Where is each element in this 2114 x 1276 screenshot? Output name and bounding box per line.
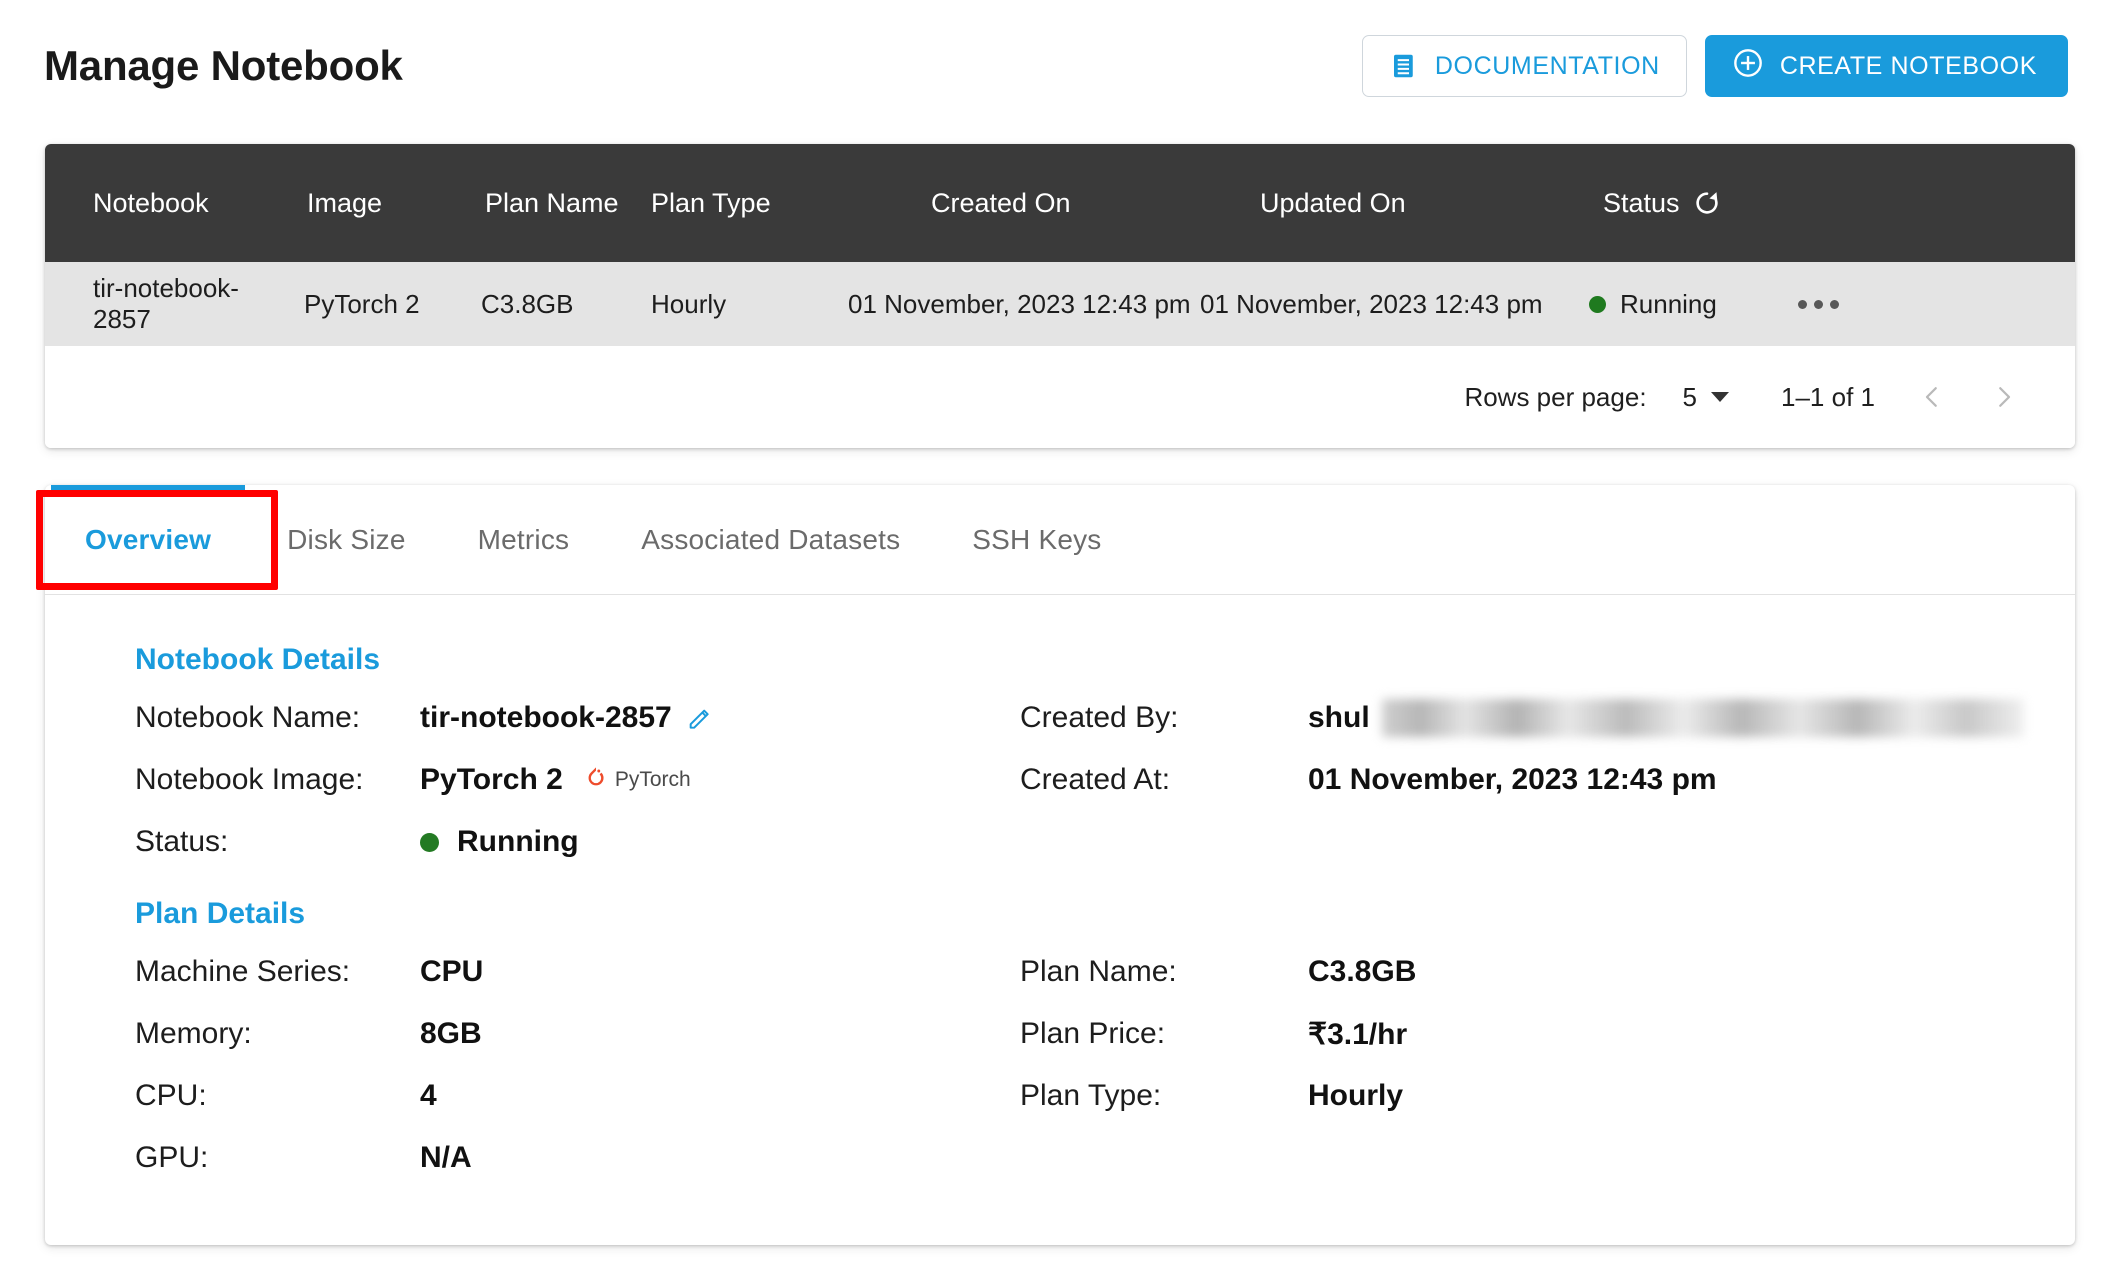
column-header-status: Status xyxy=(1543,188,1798,219)
plus-circle-icon xyxy=(1732,47,1764,86)
cell-plan-type: Hourly xyxy=(651,288,727,319)
tab-ssh-keys[interactable]: SSH Keys xyxy=(936,485,1137,594)
column-header-created-on[interactable]: Created On xyxy=(843,188,1198,219)
value-status-group: Running xyxy=(420,825,579,859)
tab-disk-size[interactable]: Disk Size xyxy=(251,485,442,594)
label-notebook-image: Notebook Image: xyxy=(135,763,364,796)
row-cpu: CPU: 4 Plan Type: Hourly xyxy=(45,1065,2075,1127)
column-header-updated-on[interactable]: Updated On xyxy=(1198,188,1543,219)
label-memory: Memory: xyxy=(135,1017,252,1050)
row-notebook-name: Notebook Name: tir-notebook-2857 Created… xyxy=(45,687,2075,749)
value-cpu: 4 xyxy=(420,1079,437,1112)
tab-overview[interactable]: Overview xyxy=(45,485,251,594)
value-notebook-name-group: tir-notebook-2857 xyxy=(420,701,714,735)
pytorch-logo-icon: PyTorch xyxy=(583,765,691,795)
value-plan-price: ₹3.1/hr xyxy=(1308,1017,1408,1051)
value-plan-type: Hourly xyxy=(1308,1079,1404,1112)
value-created-by: shul xyxy=(1308,701,1370,734)
cell-created-on: 01 November, 2023 12:43 pm xyxy=(848,288,1191,319)
value-plan-name: C3.8GB xyxy=(1308,955,1417,988)
column-header-status-label: Status xyxy=(1603,187,1680,218)
tab-associated-datasets[interactable]: Associated Datasets xyxy=(605,485,936,594)
detail-tabs: Overview Disk Size Metrics Associated Da… xyxy=(45,485,2075,595)
manage-notebook-page: Manage Notebook DOCUMENTATION CREATE NOT… xyxy=(0,0,2114,1276)
label-created-by: Created By: xyxy=(1020,701,1179,734)
label-created-at: Created At: xyxy=(1020,763,1171,796)
rows-per-page-select[interactable]: 5 xyxy=(1682,381,1730,413)
page-header: Manage Notebook DOCUMENTATION CREATE NOT… xyxy=(0,0,2114,132)
label-gpu: GPU: xyxy=(135,1141,209,1174)
notebooks-table-card: Notebook Image Plan Name Plan Type Creat… xyxy=(45,144,2075,448)
pytorch-logo-text: PyTorch xyxy=(614,768,691,791)
rows-per-page-value: 5 xyxy=(1682,381,1698,412)
column-header-plan-name[interactable]: Plan Name xyxy=(475,188,643,219)
tab-disk-size-label: Disk Size xyxy=(287,523,406,555)
header-actions: DOCUMENTATION CREATE NOTEBOOK xyxy=(1361,35,2068,97)
table-header-row: Notebook Image Plan Name Plan Type Creat… xyxy=(45,144,2075,262)
value-machine-series: CPU xyxy=(420,955,484,988)
row-notebook-image: Notebook Image: PyTorch 2 PyTorch Create… xyxy=(45,749,2075,811)
value-notebook-image: PyTorch 2 xyxy=(420,763,563,796)
value-notebook-name: tir-notebook-2857 xyxy=(420,701,672,734)
tab-metrics[interactable]: Metrics xyxy=(442,485,606,594)
redacted-email-block xyxy=(1381,699,2024,737)
row-gpu: GPU: N/A xyxy=(45,1127,2075,1189)
chevron-down-icon xyxy=(1711,392,1730,402)
pagination-range: 1–1 of 1 xyxy=(1781,381,1875,412)
overview-panel: Notebook Details Notebook Name: tir-note… xyxy=(45,595,2075,1189)
tab-overview-label: Overview xyxy=(85,523,212,555)
tab-associated-datasets-label: Associated Datasets xyxy=(641,523,901,555)
documentation-button-label: DOCUMENTATION xyxy=(1434,51,1660,80)
plan-details-title: Plan Details xyxy=(135,897,306,930)
cell-status: Running xyxy=(1543,289,1798,320)
notebook-details-grid: Notebook Name: tir-notebook-2857 Created… xyxy=(45,687,2075,873)
label-status: Status: xyxy=(135,825,229,858)
status-dot-icon xyxy=(420,832,439,852)
label-machine-series: Machine Series: xyxy=(135,955,351,988)
row-status: Status: Running xyxy=(45,811,2075,873)
more-options-icon[interactable] xyxy=(1798,299,1839,309)
value-created-by-group: shul xyxy=(1308,699,2024,737)
edit-pencil-icon[interactable] xyxy=(686,704,714,732)
value-memory: 8GB xyxy=(420,1017,482,1050)
column-header-plan-type[interactable]: Plan Type xyxy=(643,188,843,219)
refresh-icon[interactable] xyxy=(1692,188,1722,218)
label-notebook-name: Notebook Name: xyxy=(135,701,361,734)
next-page-button[interactable] xyxy=(1989,380,2019,414)
plan-details-grid: Machine Series: CPU Plan Name: C3.8GB Me… xyxy=(45,941,2075,1189)
value-created-at: 01 November, 2023 12:43 pm xyxy=(1308,763,1717,796)
cell-updated-on: 01 November, 2023 12:43 pm xyxy=(1200,288,1543,319)
label-plan-type: Plan Type: xyxy=(1020,1079,1162,1112)
cell-notebook: tir-notebook-2857 xyxy=(93,273,239,334)
tab-metrics-label: Metrics xyxy=(477,523,570,555)
create-notebook-button-label: CREATE NOTEBOOK xyxy=(1779,51,2037,80)
column-header-image[interactable]: Image xyxy=(295,188,475,219)
documentation-button[interactable]: DOCUMENTATION xyxy=(1361,35,1687,97)
previous-page-button[interactable] xyxy=(1917,380,1947,414)
table-row[interactable]: tir-notebook-2857 PyTorch 2 C3.8GB Hourl… xyxy=(45,262,2075,346)
label-cpu: CPU: xyxy=(135,1079,207,1112)
create-notebook-button[interactable]: CREATE NOTEBOOK xyxy=(1704,35,2068,97)
cell-actions xyxy=(1798,299,1918,309)
tab-ssh-keys-label: SSH Keys xyxy=(972,523,1102,555)
table-pagination: Rows per page: 5 1–1 of 1 xyxy=(45,346,2075,448)
notebook-details-title: Notebook Details xyxy=(135,643,381,676)
value-gpu: N/A xyxy=(420,1141,472,1174)
row-memory: Memory: 8GB Plan Price: ₹3.1/hr xyxy=(45,1003,2075,1065)
page-title: Manage Notebook xyxy=(44,42,403,89)
value-status: Running xyxy=(457,825,579,858)
document-icon xyxy=(1389,51,1419,81)
label-plan-name: Plan Name: xyxy=(1020,955,1177,988)
label-plan-price: Plan Price: xyxy=(1020,1017,1166,1050)
value-notebook-image-group: PyTorch 2 PyTorch xyxy=(420,763,691,797)
status-badge: Running xyxy=(1620,288,1717,319)
column-header-notebook[interactable]: Notebook xyxy=(45,188,295,219)
cell-plan-name: C3.8GB xyxy=(481,288,574,319)
row-machine-series: Machine Series: CPU Plan Name: C3.8GB xyxy=(45,941,2075,1003)
cell-image: PyTorch 2 xyxy=(304,288,420,319)
notebook-detail-card: Overview Disk Size Metrics Associated Da… xyxy=(45,485,2075,1245)
status-dot-icon xyxy=(1589,295,1606,313)
rows-per-page-label: Rows per page: xyxy=(1464,381,1647,412)
